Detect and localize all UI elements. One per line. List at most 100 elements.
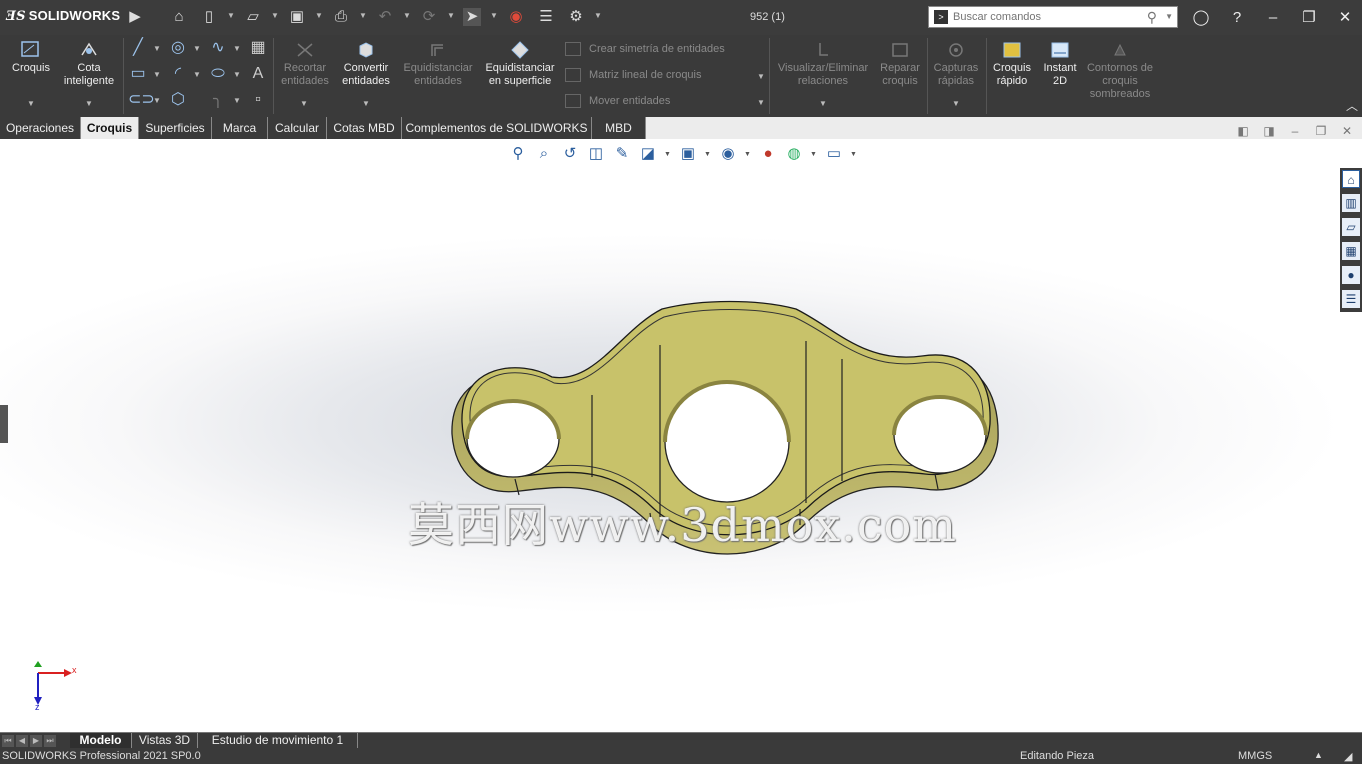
rebuild-icon[interactable]: ⟳ xyxy=(420,8,438,26)
solidworks-logo[interactable]: ƎS SOLIDWORKS xyxy=(6,8,120,24)
convertir-entidades-button[interactable]: Convertir entidades xyxy=(336,41,396,88)
select-dropdown-caret[interactable]: ▼ xyxy=(490,12,498,20)
rectangle-dropdown-caret[interactable]: ▼ xyxy=(153,70,161,79)
tab-croquis[interactable]: Croquis xyxy=(81,117,139,139)
cota-dropdown-caret[interactable]: ▼ xyxy=(85,99,93,108)
tab-marca[interactable]: Marca xyxy=(212,117,268,139)
units-up-arrow-icon[interactable]: ▲ xyxy=(1314,750,1323,760)
collapse-ribbon-icon[interactable]: ︿ xyxy=(1346,97,1358,114)
close-button[interactable]: ✕ xyxy=(1335,8,1355,28)
open-dropdown-caret[interactable]: ▼ xyxy=(271,12,279,20)
search-box[interactable]: > ⚲ ▼ xyxy=(928,6,1178,28)
home-icon[interactable]: ⌂ xyxy=(170,8,188,26)
select-cursor-icon[interactable]: ➤ xyxy=(463,8,481,26)
tab-calcular[interactable]: Calcular xyxy=(268,117,327,139)
new-document-icon[interactable]: ▯ xyxy=(200,8,218,26)
search-input[interactable] xyxy=(953,9,1143,25)
appearances-icon[interactable]: ● xyxy=(1342,266,1360,284)
fillet-icon[interactable]: ╮ xyxy=(208,90,228,110)
hatch-icon[interactable]: ▦ xyxy=(248,38,268,58)
expand-menu-icon[interactable]: ▶ xyxy=(126,8,144,26)
ellipse-dropdown-caret[interactable]: ▼ xyxy=(233,70,241,79)
file-explorer-icon[interactable]: ▱ xyxy=(1342,218,1360,236)
graphics-area[interactable]: ⚲ ⌕ ↺ ◫ ✎ ◪ ▼ ▣ ▼ ◉ ▼ ● ◍ ▼ ▭ ▼ 莫西网www.3… xyxy=(0,139,1362,732)
capturas-dropdown-caret[interactable]: ▼ xyxy=(952,99,960,108)
print-dropdown-caret[interactable]: ▼ xyxy=(359,12,367,20)
cota-inteligente-button[interactable]: Cota inteligente xyxy=(58,41,120,88)
open-icon[interactable]: ▱ xyxy=(244,8,262,26)
traffic-light-icon[interactable]: ◉ xyxy=(507,8,525,26)
visualizar-dropdown-caret[interactable]: ▼ xyxy=(819,99,827,108)
minimize-button[interactable]: – xyxy=(1263,8,1283,28)
part-model[interactable] xyxy=(0,139,1362,732)
file-properties-icon[interactable]: ☰ xyxy=(537,8,555,26)
doc-close-button[interactable]: ✕ xyxy=(1340,124,1354,138)
save-dropdown-caret[interactable]: ▼ xyxy=(315,12,323,20)
equidistanciar-superficie-button[interactable]: Equidistanciar en superficie xyxy=(480,41,560,88)
new-dropdown-caret[interactable]: ▼ xyxy=(227,12,235,20)
options-dropdown-caret[interactable]: ▼ xyxy=(594,12,602,20)
contornos-sombreados-button[interactable]: Contornos de croquis sombreados xyxy=(1084,41,1156,101)
arc-icon[interactable]: ◜ xyxy=(168,64,188,84)
slot-dropdown-caret[interactable]: ▼ xyxy=(153,96,161,105)
tile-left-icon[interactable]: ◧ xyxy=(1236,124,1250,138)
line-icon[interactable]: ╱ xyxy=(128,38,148,58)
last-tab-arrow-icon[interactable]: ⏭ xyxy=(44,735,56,747)
prev-tab-arrow-icon[interactable]: ◀ xyxy=(16,735,28,747)
spline-dropdown-caret[interactable]: ▼ xyxy=(233,44,241,53)
polygon-icon[interactable]: ⬡ xyxy=(168,90,188,110)
tab-mbd[interactable]: MBD xyxy=(592,117,646,139)
tab-estudio-movimiento[interactable]: Estudio de movimiento 1 xyxy=(198,733,358,749)
circle-icon[interactable]: ◎ xyxy=(168,38,188,58)
fillet-dropdown-caret[interactable]: ▼ xyxy=(233,96,241,105)
arc-dropdown-caret[interactable]: ▼ xyxy=(193,70,201,79)
feature-manager-handle[interactable] xyxy=(0,405,8,443)
design-library-icon[interactable]: ▥ xyxy=(1342,194,1360,212)
undo-dropdown-caret[interactable]: ▼ xyxy=(403,12,411,20)
custom-properties-icon[interactable]: ☰ xyxy=(1342,290,1360,308)
ellipse-icon[interactable]: ⬭ xyxy=(208,64,228,84)
mover-entidades-button[interactable]: Mover entidades xyxy=(565,94,670,108)
croquis-button[interactable]: Croquis xyxy=(6,41,56,75)
recortar-entidades-button[interactable]: Recortar entidades xyxy=(277,41,333,88)
user-account-icon[interactable]: ◯ xyxy=(1191,8,1211,28)
status-bar-end-icon[interactable]: ◢ xyxy=(1344,750,1352,763)
help-icon[interactable]: ? xyxy=(1227,8,1247,28)
tab-cotas-mbd[interactable]: Cotas MBD xyxy=(327,117,402,139)
tab-vistas-3d[interactable]: Vistas 3D xyxy=(132,733,198,749)
text-icon[interactable]: A xyxy=(248,64,268,84)
next-tab-arrow-icon[interactable]: ▶ xyxy=(30,735,42,747)
reparar-croquis-button[interactable]: Reparar croquis xyxy=(876,41,924,88)
tab-superficies[interactable]: Superficies xyxy=(139,117,212,139)
instant-2d-button[interactable]: Instant 2D xyxy=(1038,41,1082,88)
mover-dropdown-caret[interactable]: ▼ xyxy=(757,98,765,107)
save-icon[interactable]: ▣ xyxy=(288,8,306,26)
rebuild-dropdown-caret[interactable]: ▼ xyxy=(447,12,455,20)
tile-right-icon[interactable]: ◨ xyxy=(1262,124,1276,138)
crear-simetria-button[interactable]: Crear simetría de entidades xyxy=(565,42,725,56)
search-icon[interactable]: ⚲ xyxy=(1147,9,1157,26)
equidistanciar-entidades-button[interactable]: Equidistanciar entidades xyxy=(398,41,478,88)
options-gear-icon[interactable]: ⚙ xyxy=(567,8,585,26)
rectangle-icon[interactable]: ▭ xyxy=(128,64,148,84)
tab-modelo[interactable]: Modelo xyxy=(70,733,132,749)
slot-icon[interactable]: ⊂⊃ xyxy=(128,90,155,110)
tab-complementos[interactable]: Complementos de SOLIDWORKS xyxy=(402,117,592,139)
view-palette-icon[interactable]: ▦ xyxy=(1342,242,1360,260)
matriz-dropdown-caret[interactable]: ▼ xyxy=(757,72,765,81)
croquis-rapido-button[interactable]: Croquis rápido xyxy=(988,41,1036,88)
print-icon[interactable]: ⎙ xyxy=(332,8,350,26)
search-dropdown-caret[interactable]: ▼ xyxy=(1165,12,1173,21)
point-icon[interactable]: ▫ xyxy=(248,90,268,110)
spline-icon[interactable]: ∿ xyxy=(208,38,228,58)
visualizar-relaciones-button[interactable]: Visualizar/Eliminar relaciones xyxy=(774,41,872,88)
first-tab-arrow-icon[interactable]: ⏮ xyxy=(2,735,14,747)
recortar-dropdown-caret[interactable]: ▼ xyxy=(300,99,308,108)
units-selector[interactable]: MMGS xyxy=(1238,750,1272,762)
tab-operaciones[interactable]: Operaciones xyxy=(0,117,81,139)
croquis-dropdown-caret[interactable]: ▼ xyxy=(27,99,35,108)
convertir-dropdown-caret[interactable]: ▼ xyxy=(362,99,370,108)
matriz-lineal-button[interactable]: Matriz lineal de croquis xyxy=(565,68,702,82)
circle-dropdown-caret[interactable]: ▼ xyxy=(193,44,201,53)
line-dropdown-caret[interactable]: ▼ xyxy=(153,44,161,53)
